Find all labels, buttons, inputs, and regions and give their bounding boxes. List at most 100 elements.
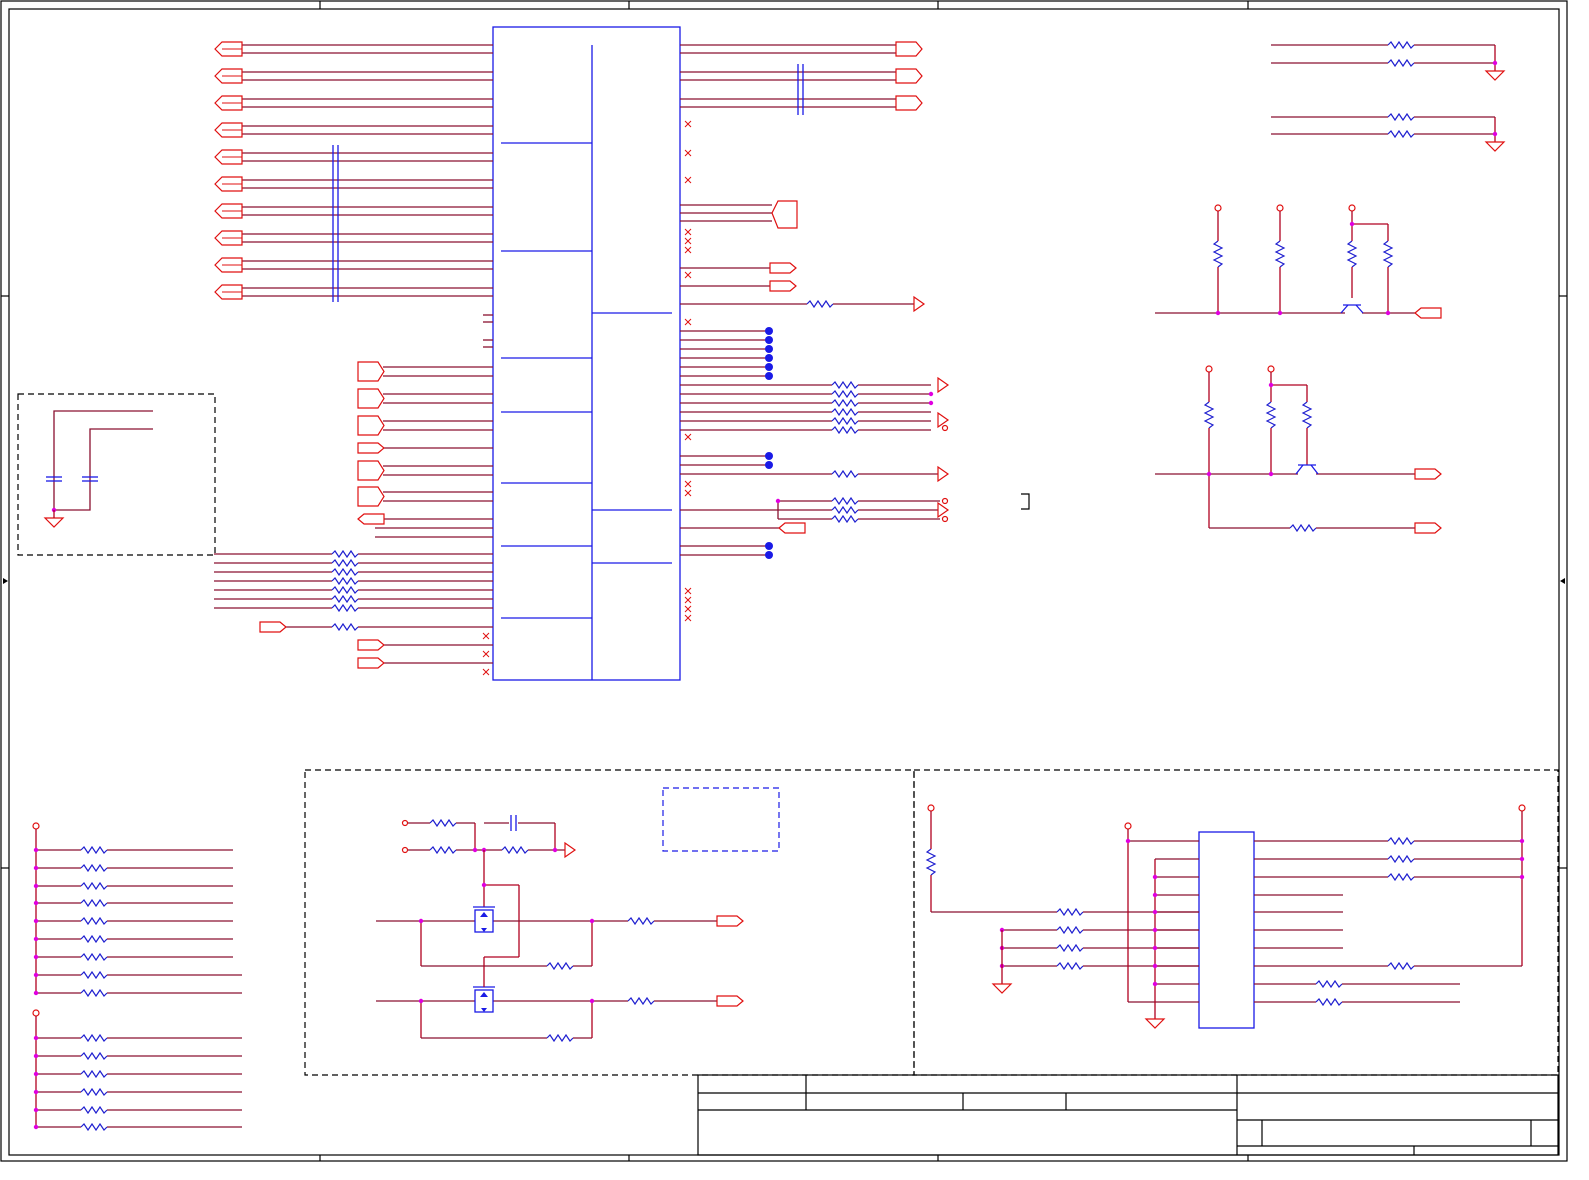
power-icon: [1205, 365, 1213, 373]
junction-dot: [33, 847, 39, 853]
junction-dot: [1519, 874, 1525, 880]
junction-dot: [1152, 909, 1158, 915]
bus-port-icon: [357, 415, 385, 436]
resistor-icon: [1346, 240, 1358, 268]
schematic-sheet: [0, 0, 1589, 1180]
resistor-icon: [831, 398, 859, 408]
resistor-icon: [831, 505, 859, 515]
resistor-icon: [831, 514, 859, 524]
test-point-icon: [765, 327, 773, 335]
resistor-icon: [80, 1033, 108, 1043]
junction-dot: [1519, 838, 1525, 844]
resistor-icon: [1315, 997, 1343, 1007]
power-icon: [941, 497, 949, 505]
resistor-icon: [80, 970, 108, 980]
resistor-icon: [1056, 925, 1084, 935]
resistor-icon: [80, 916, 108, 926]
junction-dot: [33, 1124, 39, 1130]
bus-port-icon: [357, 361, 385, 382]
connector-block: [913, 769, 1559, 1076]
junction-dot: [1152, 874, 1158, 880]
power-icon: [32, 822, 40, 830]
junction-dot: [1268, 471, 1274, 477]
junction-dot: [1152, 963, 1158, 969]
junction-dot: [1152, 981, 1158, 987]
resistor-icon: [831, 496, 859, 506]
junction-dot: [33, 1053, 39, 1059]
junction-dot: [33, 918, 39, 924]
resistor-icon: [1387, 112, 1415, 122]
power-icon: [1276, 204, 1284, 212]
junction-dot: [1277, 310, 1283, 316]
power-icon: [1518, 804, 1526, 812]
resistor-icon: [546, 961, 574, 971]
transistor-icon: [1340, 304, 1349, 314]
power-icon: [1348, 204, 1356, 212]
ground-icon: [991, 983, 1013, 994]
net-port-icon: [716, 995, 744, 1007]
bracket-mark: [1021, 493, 1030, 510]
bus-port-icon: [357, 486, 385, 507]
net-port-icon: [1414, 522, 1442, 534]
resistor-icon: [429, 845, 457, 855]
differential-port-icon: [895, 68, 923, 84]
resistor-icon: [80, 934, 108, 944]
resistor-icon: [1056, 907, 1084, 917]
junction-dot: [1492, 60, 1498, 66]
net-arrow-icon: [913, 295, 926, 313]
mosfet-switches: [376, 815, 744, 1043]
transistor-icon: [1295, 464, 1304, 475]
junction-dot: [33, 936, 39, 942]
mosfet-switch-block: [304, 769, 915, 1076]
net-port-icon: [769, 262, 797, 274]
ground-icon: [1484, 141, 1506, 152]
bottom-left-pullup-banks: [32, 822, 242, 1132]
resistor-icon: [501, 845, 529, 855]
resistor-icon: [831, 425, 859, 435]
junction-dot: [1349, 221, 1355, 227]
connector-ic: [1198, 831, 1255, 1029]
resistor-icon: [1387, 872, 1415, 882]
test-point-icon: [765, 461, 773, 469]
resistor-icon: [1274, 240, 1286, 268]
resistor-icon: [429, 818, 457, 828]
junction-dot: [928, 391, 934, 397]
resistor-icon: [331, 585, 359, 595]
left-mid-signals: [357, 314, 493, 676]
junction-dot: [1215, 310, 1221, 316]
net-port-icon: [259, 621, 287, 633]
resistor-icon: [331, 594, 359, 604]
resistor-icon: [80, 1069, 108, 1079]
net-port-icon: [716, 915, 744, 927]
main-ic: [492, 26, 681, 681]
resistor-icon: [1387, 854, 1415, 864]
power-icon: [401, 819, 409, 827]
mosfet-icon: [480, 992, 488, 997]
resistor-icon: [627, 916, 655, 926]
ground-icon: [43, 517, 65, 528]
junction-dot: [418, 998, 424, 1004]
right-output-bus: [680, 41, 950, 622]
junction-dot: [33, 954, 39, 960]
coupling-capacitor-array-left: [332, 145, 339, 302]
power-icon: [927, 804, 935, 812]
resistor-icon: [80, 863, 108, 873]
resistor-icon: [831, 380, 859, 390]
connector-wiring: [925, 804, 1526, 1029]
resistor-icon: [1387, 836, 1415, 846]
net-arrow-icon: [564, 841, 577, 859]
power-icon: [1124, 822, 1132, 830]
ground-icon: [1144, 1018, 1166, 1029]
resistor-icon: [1387, 129, 1415, 139]
resistor-icon: [546, 1033, 574, 1043]
test-point-icon: [765, 336, 773, 344]
top-right-pulldown-group: [1271, 40, 1506, 152]
resistor-icon: [80, 1105, 108, 1115]
net-port-icon: [769, 280, 797, 292]
junction-dot: [33, 990, 39, 996]
power-icon: [1214, 204, 1222, 212]
junction-dot: [775, 498, 781, 504]
net-port-icon: [778, 522, 806, 534]
junction-dot: [928, 400, 934, 406]
resistor-icon: [1265, 401, 1277, 429]
